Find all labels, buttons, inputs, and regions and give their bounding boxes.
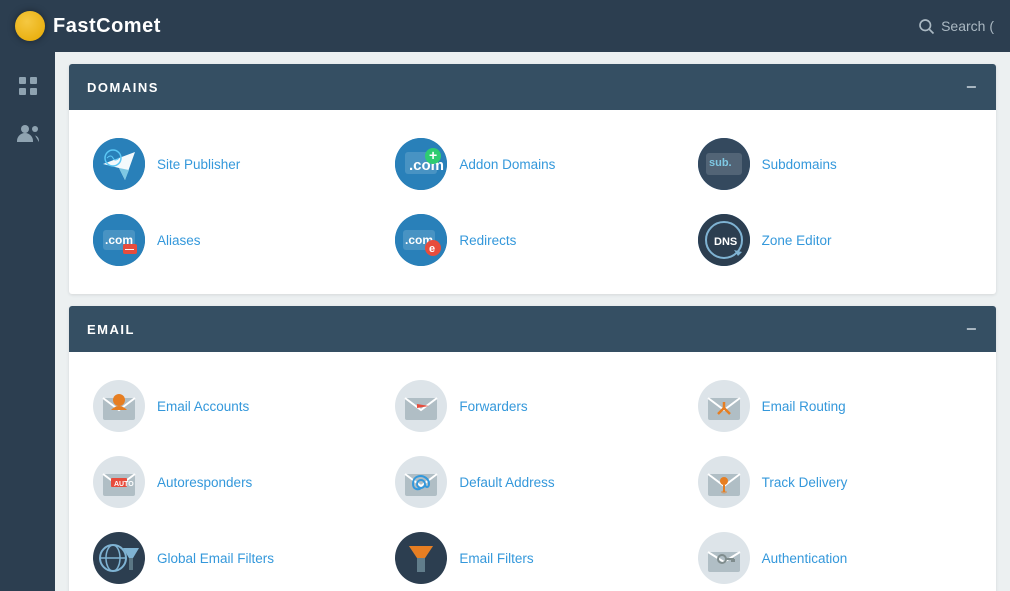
track-delivery-icon (698, 456, 750, 508)
subdomains-icon: sub. (698, 138, 750, 190)
default-address-item[interactable]: Default Address (381, 444, 683, 520)
forwarders-label: Forwarders (459, 399, 527, 414)
site-publisher-item[interactable]: Site Publisher (79, 126, 381, 202)
search-bar[interactable]: Search ( (917, 17, 1010, 35)
app-title: FastComet (53, 15, 161, 38)
svg-text:e: e (429, 243, 435, 255)
search-label: Search ( (941, 18, 994, 34)
email-collapse-button[interactable]: − (966, 320, 978, 338)
global-email-filters-item[interactable]: Global Email Filters (79, 520, 381, 591)
email-accounts-item[interactable]: Email Accounts (79, 368, 381, 444)
email-filters-icon (395, 532, 447, 584)
subdomains-item[interactable]: sub. Subdomains (684, 126, 986, 202)
email-panel: EMAIL − (69, 306, 996, 591)
authentication-icon (698, 532, 750, 584)
redirects-item[interactable]: .com e Redirects (381, 202, 683, 278)
users-icon (16, 122, 40, 146)
subdomains-label: Subdomains (762, 157, 837, 172)
content-area: DOMAINS − (55, 52, 1010, 591)
email-panel-title: EMAIL (87, 322, 135, 337)
global-email-filters-icon (93, 532, 145, 584)
search-icon (917, 17, 935, 35)
aliases-label: Aliases (157, 233, 201, 248)
site-publisher-label: Site Publisher (157, 157, 240, 172)
redirects-icon: .com e (395, 214, 447, 266)
domains-panel-title: DOMAINS (87, 80, 159, 95)
addon-domains-label: Addon Domains (459, 157, 555, 172)
addon-domains-icon: .com + (395, 138, 447, 190)
aliases-item[interactable]: .com — Aliases (79, 202, 381, 278)
email-panel-body: Email Accounts Forwarders (69, 352, 996, 591)
svg-text:AUTO: AUTO (114, 481, 134, 488)
addon-domains-item[interactable]: .com + Addon Domains (381, 126, 683, 202)
domains-panel-header: DOMAINS − (69, 64, 996, 110)
logo-ball (15, 11, 45, 41)
forwarders-item[interactable]: Forwarders (381, 368, 683, 444)
email-panel-header: EMAIL − (69, 306, 996, 352)
autoresponders-item[interactable]: AUTO Autoresponders (79, 444, 381, 520)
header: FastComet Search ( (0, 0, 1010, 52)
authentication-label: Authentication (762, 551, 848, 566)
track-delivery-item[interactable]: Track Delivery (684, 444, 986, 520)
email-routing-item[interactable]: Email Routing (684, 368, 986, 444)
logo-area: FastComet (15, 11, 161, 41)
site-publisher-icon (93, 138, 145, 190)
aliases-icon: .com — (93, 214, 145, 266)
main-content: DOMAINS − (55, 52, 1010, 591)
zone-editor-item[interactable]: DNS Zone Editor (684, 202, 986, 278)
email-accounts-label: Email Accounts (157, 399, 249, 414)
email-filters-label: Email Filters (459, 551, 533, 566)
domains-panel: DOMAINS − (69, 64, 996, 294)
svg-text:sub.: sub. (709, 157, 732, 169)
email-routing-icon (698, 380, 750, 432)
domains-collapse-button[interactable]: − (966, 78, 978, 96)
svg-text:+: + (429, 147, 437, 163)
autoresponders-label: Autoresponders (157, 475, 252, 490)
authentication-item[interactable]: Authentication (684, 520, 986, 591)
svg-text:—: — (125, 244, 134, 254)
track-delivery-label: Track Delivery (762, 475, 848, 490)
left-nav (0, 52, 55, 591)
global-email-filters-label: Global Email Filters (157, 551, 274, 566)
domains-panel-body: Site Publisher .com + Addon Domains (69, 110, 996, 294)
email-filters-item[interactable]: Email Filters (381, 520, 683, 591)
zone-editor-label: Zone Editor (762, 233, 832, 248)
apps-grid-icon (16, 74, 40, 98)
nav-users[interactable] (6, 114, 50, 154)
redirects-label: Redirects (459, 233, 516, 248)
autoresponders-icon: AUTO (93, 456, 145, 508)
forwarders-icon (395, 380, 447, 432)
email-routing-label: Email Routing (762, 399, 846, 414)
default-address-label: Default Address (459, 475, 554, 490)
zone-editor-icon: DNS (698, 214, 750, 266)
email-accounts-icon (93, 380, 145, 432)
default-address-icon (395, 456, 447, 508)
nav-apps-grid[interactable] (6, 66, 50, 106)
svg-text:DNS: DNS (714, 236, 737, 248)
